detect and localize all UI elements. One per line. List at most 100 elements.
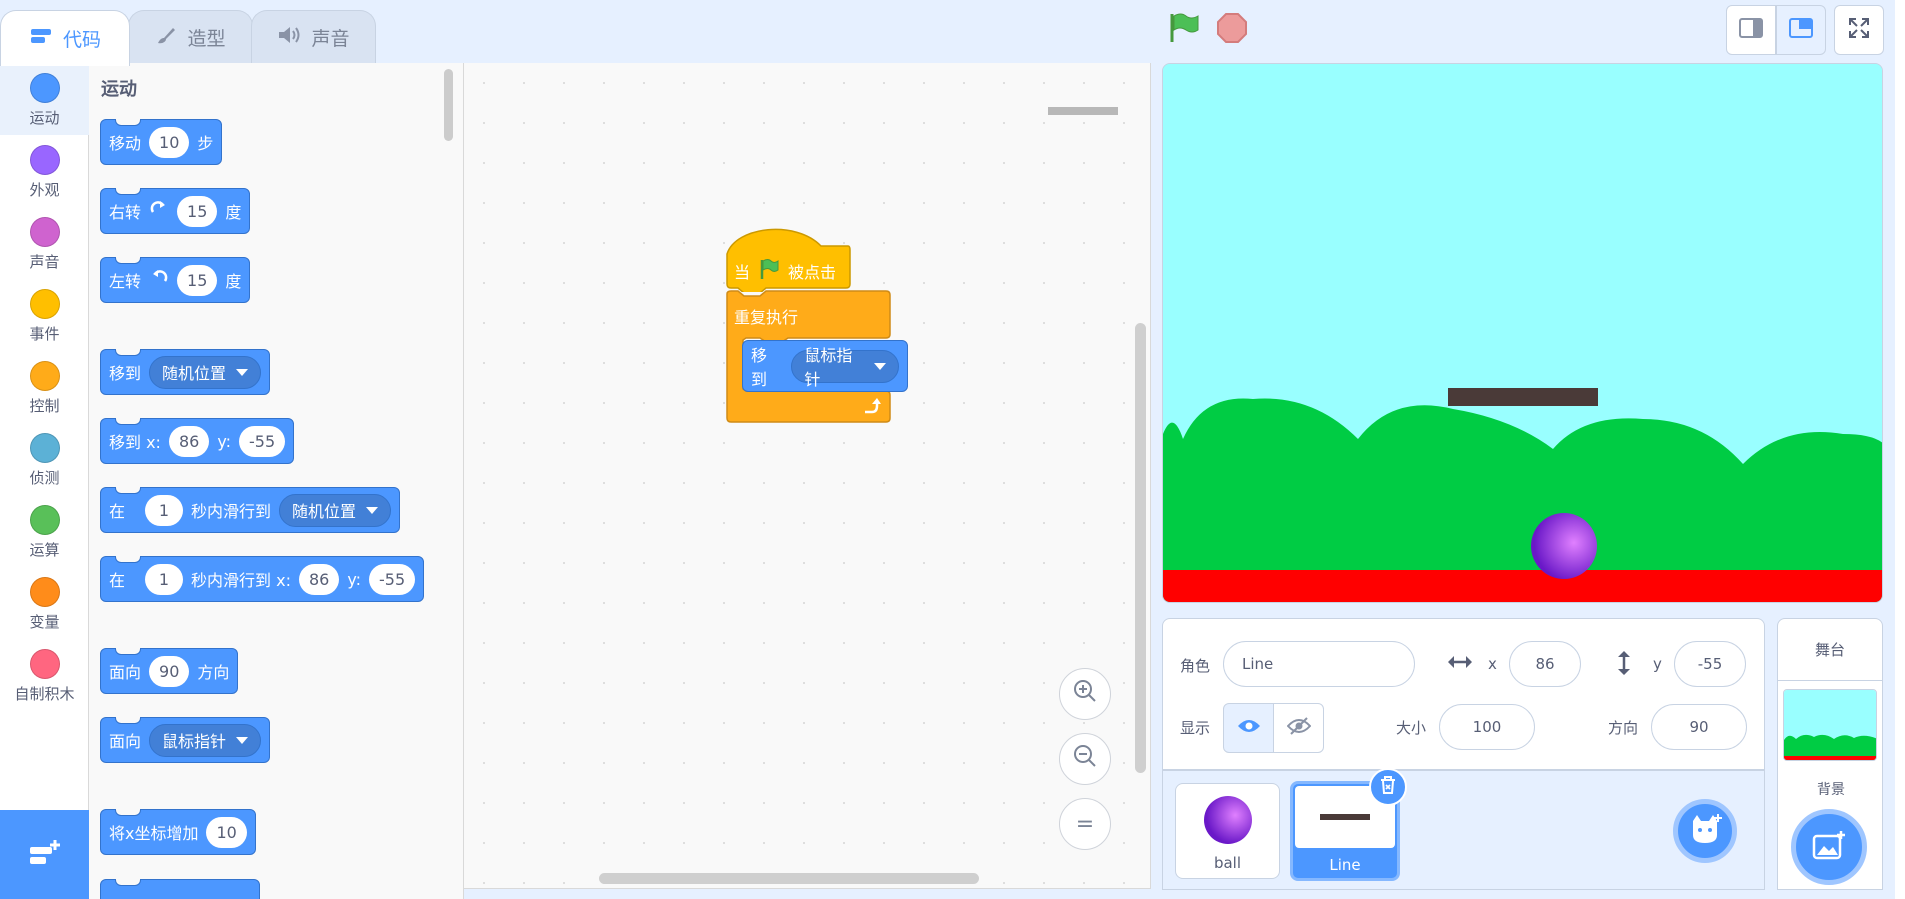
degrees-input[interactable]: 15 — [177, 195, 218, 227]
category-control[interactable]: 控制 — [0, 351, 89, 423]
tab-costumes[interactable]: 造型 — [128, 10, 253, 64]
tab-sounds[interactable]: 声音 — [251, 10, 376, 64]
category-label: 自制积木 — [14, 685, 75, 703]
category-my-blocks[interactable]: 自制积木 — [0, 639, 89, 711]
add-backdrop-button[interactable] — [1791, 809, 1867, 885]
x-change-input[interactable]: 10 — [206, 816, 247, 848]
zoom-reset-button[interactable]: = — [1059, 798, 1111, 850]
stage-target-pane[interactable]: 舞台 背景 — [1777, 618, 1883, 890]
workspace-vscroll[interactable] — [1135, 323, 1146, 773]
ball-sprite[interactable] — [1531, 513, 1597, 579]
vertical-arrows-icon — [1615, 650, 1633, 680]
block-partial[interactable] — [100, 879, 260, 899]
green-flag-button[interactable] — [1167, 12, 1201, 48]
add-sprite-button[interactable] — [1673, 799, 1737, 863]
dropdown-value: 鼠标指针 — [162, 732, 227, 751]
category-menu: 运动 外观 声音 事件 控制 侦测 运算 变量 自制积木 — [0, 63, 89, 899]
block-turn-right[interactable]: 右转 15 度 — [100, 188, 251, 234]
stop-button[interactable] — [1216, 12, 1248, 48]
x-input[interactable]: 86 — [168, 425, 210, 457]
size-input[interactable]: 100 — [1439, 704, 1535, 750]
y-input[interactable]: -55 — [1674, 641, 1746, 687]
block-change-x[interactable]: 将x坐标增加 10 — [100, 809, 256, 855]
category-dot — [29, 145, 60, 175]
degrees-input[interactable]: 15 — [177, 264, 218, 296]
block-point-direction[interactable]: 面向 90 方向 — [100, 648, 239, 694]
block-text: 移到 — [751, 346, 768, 389]
block-text: 被点击 — [788, 263, 837, 282]
category-label: 运算 — [29, 541, 60, 559]
category-events[interactable]: 事件 — [0, 279, 89, 351]
add-extension-button[interactable] — [0, 810, 89, 899]
small-stage-icon — [1739, 18, 1763, 42]
direction-label: 方向 — [1608, 719, 1639, 737]
block-glide[interactable]: 在 1 秒内滑行到 随机位置 — [100, 487, 401, 533]
category-label: 控制 — [29, 397, 60, 415]
stage-canvas[interactable] — [1162, 63, 1883, 603]
category-motion[interactable]: 运动 — [0, 63, 89, 135]
x-input[interactable]: 86 — [298, 563, 340, 595]
show-sprite-button[interactable] — [1223, 703, 1274, 753]
size-label: 大小 — [1396, 719, 1427, 737]
fullscreen-button[interactable] — [1834, 5, 1884, 55]
block-move-steps[interactable]: 移动 10 步 — [100, 119, 223, 165]
backdrop-thumbnail — [1784, 690, 1876, 760]
dropdown-value: 随机位置 — [292, 502, 357, 521]
glide-dropdown[interactable]: 随机位置 — [279, 493, 392, 527]
block-text: 右转 — [109, 203, 142, 222]
when-flag-clicked-block[interactable]: 当 被点击 — [726, 224, 851, 292]
zoom-out-icon — [1071, 742, 1099, 776]
goto-dropdown[interactable]: 随机位置 — [149, 355, 262, 389]
dropdown-value: 随机位置 — [162, 364, 227, 383]
category-sensing[interactable]: 侦测 — [0, 423, 89, 495]
code-workspace[interactable]: 当 被点击 重复执行 移到 鼠标指针 = — [464, 63, 1151, 889]
small-stage-button[interactable] — [1726, 5, 1776, 55]
block-text: 当 — [734, 263, 751, 282]
large-stage-button[interactable] — [1776, 5, 1826, 55]
workspace-drag-bar[interactable] — [1048, 107, 1118, 115]
script-goto-block[interactable]: 移到 鼠标指针 — [742, 340, 908, 392]
block-point-towards[interactable]: 面向 鼠标指针 — [100, 717, 271, 763]
y-input[interactable]: -55 — [239, 425, 286, 457]
category-label: 侦测 — [29, 469, 60, 487]
direction-input[interactable]: 90 — [149, 655, 190, 687]
y-input[interactable]: -55 — [369, 563, 416, 595]
line-sprite[interactable] — [1448, 388, 1598, 406]
x-input[interactable]: 86 — [1509, 641, 1581, 687]
stage-thumbnail[interactable] — [1783, 689, 1877, 761]
category-variables[interactable]: 变量 — [0, 567, 89, 639]
palette-scrollbar[interactable] — [444, 69, 453, 141]
rotate-right-icon — [149, 199, 169, 223]
delete-sprite-button[interactable] — [1369, 768, 1407, 806]
block-goto[interactable]: 移到 随机位置 — [100, 349, 271, 395]
workspace-hscroll[interactable] — [599, 873, 979, 884]
category-label: 外观 — [29, 181, 60, 199]
hide-sprite-button[interactable] — [1273, 703, 1324, 753]
block-text: 面向 — [109, 663, 142, 682]
green-flag-icon — [758, 258, 780, 284]
sprite-thumb-ball[interactable]: ball — [1175, 783, 1280, 879]
block-text: 方向 — [197, 663, 230, 682]
goto-target-dropdown[interactable]: 鼠标指针 — [791, 346, 899, 389]
block-glide-xy[interactable]: 在 1 秒内滑行到 x: 86 y: -55 — [100, 556, 425, 602]
zoom-in-button[interactable] — [1059, 668, 1111, 720]
block-goto-xy[interactable]: 移到 x: 86 y: -55 — [100, 418, 295, 464]
seconds-input[interactable]: 1 — [145, 563, 184, 595]
direction-input[interactable]: 90 — [1651, 704, 1747, 750]
towards-dropdown[interactable]: 鼠标指针 — [149, 723, 262, 757]
block-turn-left[interactable]: 左转 15 度 — [100, 257, 251, 303]
category-sound[interactable]: 声音 — [0, 207, 89, 279]
steps-input[interactable]: 10 — [149, 126, 190, 158]
category-label: 声音 — [29, 253, 60, 271]
zoom-out-button[interactable] — [1059, 733, 1111, 785]
block-text: 面向 — [109, 732, 142, 751]
category-operators[interactable]: 运算 — [0, 495, 89, 567]
tab-code[interactable]: 代码 — [0, 10, 130, 66]
category-dot — [29, 289, 60, 319]
sprite-list: ball Line — [1162, 768, 1765, 890]
zoom-reset-icon: = — [1075, 811, 1095, 837]
sprite-name-input[interactable]: Line — [1223, 641, 1415, 687]
category-looks[interactable]: 外观 — [0, 135, 89, 207]
backdrop-label: 背景 — [1817, 782, 1845, 798]
seconds-input[interactable]: 1 — [145, 494, 184, 526]
